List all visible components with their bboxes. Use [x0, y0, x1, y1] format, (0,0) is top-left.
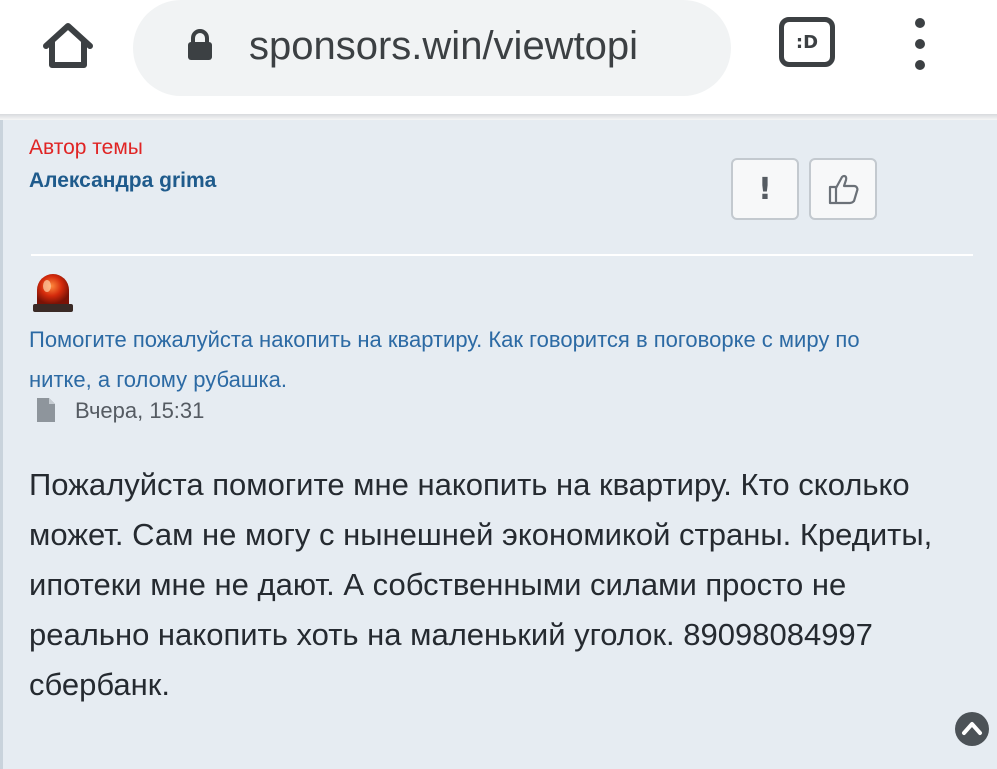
scroll-to-top-button[interactable]	[953, 710, 991, 748]
file-icon	[37, 398, 55, 422]
topic-title-link[interactable]: Помогите пожалуйста накопить на квартиру…	[29, 320, 889, 400]
more-vert-icon[interactable]	[905, 16, 935, 72]
tab-switcher-button[interactable]: :D	[779, 17, 835, 67]
post-body-text: Пожалуйста помогите мне накопить на квар…	[29, 467, 933, 702]
report-icon: !	[758, 171, 772, 207]
post-timestamp: Вчера, 15:31	[75, 398, 205, 423]
divider	[31, 254, 973, 256]
forum-post: Автор темы Александра grima ! Помогите п…	[0, 120, 997, 769]
siren-icon	[33, 274, 73, 312]
address-bar[interactable]: sponsors.win/viewtopi	[133, 0, 731, 96]
home-button[interactable]	[38, 18, 98, 72]
like-button[interactable]	[809, 158, 877, 220]
home-icon	[43, 23, 93, 68]
lock-icon	[188, 29, 212, 60]
scroll-top-icon	[955, 712, 989, 746]
thumbs-up-icon	[828, 174, 859, 205]
url-text: sponsors.win/viewtopi	[249, 24, 639, 68]
report-button[interactable]: !	[731, 158, 799, 220]
tab-switcher-icon: :D	[795, 31, 819, 53]
browser-toolbar: sponsors.win/viewtopi :D	[0, 0, 997, 118]
author-label: Автор темы	[29, 136, 143, 159]
author-name-link[interactable]: Александра grima	[29, 169, 216, 193]
